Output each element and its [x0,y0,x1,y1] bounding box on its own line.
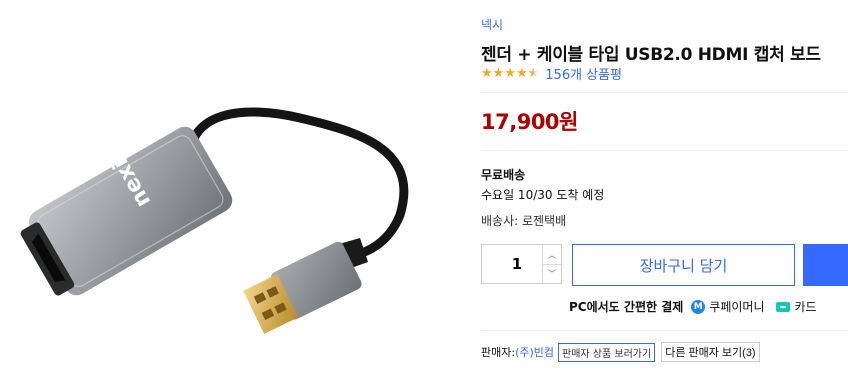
quantity-decrease-button[interactable]: ﹀ [543,263,561,284]
review-count-link[interactable]: 156개 상품평 [545,64,622,83]
payment-promo-text: PC에서도 간편한 결제 [569,300,684,314]
rating-row: ★ ★ ★ ★ ★ 156개 상품평 [481,64,622,84]
star-icon: ★ [481,65,493,81]
buy-now-button[interactable] [803,244,848,286]
shipping-title: 무료배송 [481,168,526,182]
chevron-up-icon: ︿ [547,250,557,261]
quantity-increase-button[interactable]: ︿ [543,245,561,264]
add-to-cart-button[interactable]: 장바구니 담기 [572,244,795,286]
product-image[interactable]: nexi [0,0,462,376]
brand-link[interactable]: 넥시 [481,16,503,33]
card-icon [776,301,791,312]
coupay-money-icon: M [691,299,706,314]
product-title: 젠더 + 케이블 타입 USB2.0 HDMI 캡처 보드 [481,45,821,65]
seller-name-link[interactable]: (주)빈컴 [515,344,554,360]
payment-row: PC에서도 간편한 결제 M 쿠페이머니 카드 [569,298,829,315]
hdmi-capture-adapter-image: nexi [20,107,409,334]
delivery-date: 수요일 10/30 도착 예정 [481,188,605,202]
coupay-money-label: 쿠페이머니 [709,300,765,314]
quantity-input[interactable] [482,245,542,283]
seller-row: 판매자: (주)빈컴 판매자 상품 보러가기 다른 판매자 보기(3) [481,342,760,362]
quantity-buttons: ︿ ﹀ [542,245,561,283]
seller-products-tooltip[interactable]: 판매자 상품 보러가기 [558,342,656,362]
half-star-icon: ★ [527,65,540,81]
star-icon: ★ [515,65,528,81]
shipping-carrier: 배송사: 로젠택배 [481,214,567,228]
divider [481,330,848,331]
card-label: 카드 [794,300,817,314]
product-info: 넥시 젠더 + 케이블 타입 USB2.0 HDMI 캡처 보드 ★ ★ ★ ★… [481,0,848,376]
star-icon: ★ [504,65,516,81]
star-icon: ★ [492,65,505,81]
quantity-stepper: ︿ ﹀ [481,244,562,284]
product-price: 17,900원 [481,110,578,134]
star-rating: ★ ★ ★ ★ ★ [481,65,539,83]
seller-label: 판매자: [481,346,516,359]
divider [481,150,848,151]
chevron-down-icon: ﹀ [547,270,557,281]
divider [481,92,848,93]
other-sellers-button[interactable]: 다른 판매자 보기(3) [661,342,760,362]
